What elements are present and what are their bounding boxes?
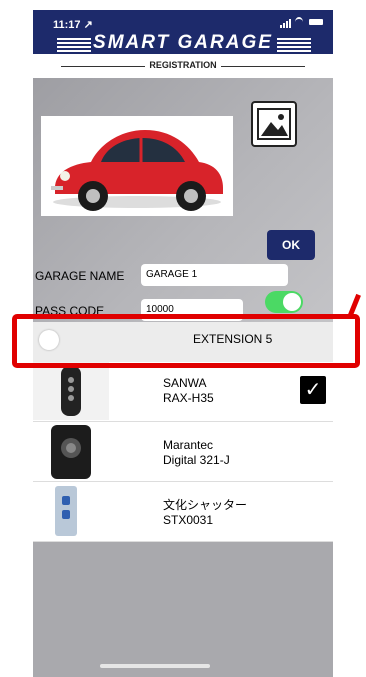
list-item[interactable]: Marantec Digital 321-J — [33, 422, 333, 482]
image-icon — [257, 108, 291, 140]
list-item[interactable]: SANWA RAX-H35 ✓ — [33, 362, 333, 422]
remote-thumbnail — [33, 362, 109, 420]
home-indicator — [100, 664, 210, 668]
remote-brand: 文化シャッター — [163, 498, 248, 512]
remote-thumbnail — [33, 482, 109, 540]
remote-brand: Marantec — [163, 438, 214, 452]
selected-checkbox[interactable]: ✓ — [300, 376, 326, 404]
remote-model: Digital 321-J — [163, 453, 230, 467]
status-time: 11:17 ↗ — [53, 19, 93, 31]
remote-list: SANWA RAX-H35 ✓ Marantec Digital 321-J 文… — [33, 362, 333, 542]
app-header: 11:17 ↗ SMART GARAGE — [33, 10, 333, 54]
pass-code-toggle[interactable] — [265, 291, 303, 313]
battery-icon — [309, 19, 323, 25]
list-item[interactable]: 文化シャッター STX0031 — [33, 482, 333, 542]
car-image — [41, 116, 233, 216]
add-photo-button[interactable] — [251, 101, 297, 147]
remote-model: RAX-H35 — [163, 391, 214, 405]
garage-name-label: GARAGE NAME — [35, 269, 125, 283]
garage-name-input[interactable]: GARAGE 1 — [141, 264, 288, 286]
toggle-knob — [283, 293, 301, 311]
empty-area — [33, 542, 333, 677]
wifi-icon — [295, 17, 303, 27]
sub-header: REGISTRATION — [33, 54, 333, 78]
signal-icon — [280, 16, 292, 28]
highlight-annotation — [12, 314, 360, 368]
remote-model: STX0031 — [163, 513, 214, 527]
checkmark-icon: ✓ — [304, 379, 322, 401]
status-icons — [280, 16, 323, 28]
app-title: SMART GARAGE — [93, 32, 273, 53]
highlight-annotation-tick — [348, 293, 361, 317]
remote-brand: SANWA — [163, 376, 207, 390]
section-title: REGISTRATION — [149, 60, 217, 70]
ok-button[interactable]: OK — [267, 230, 315, 260]
remote-thumbnail — [33, 422, 109, 480]
